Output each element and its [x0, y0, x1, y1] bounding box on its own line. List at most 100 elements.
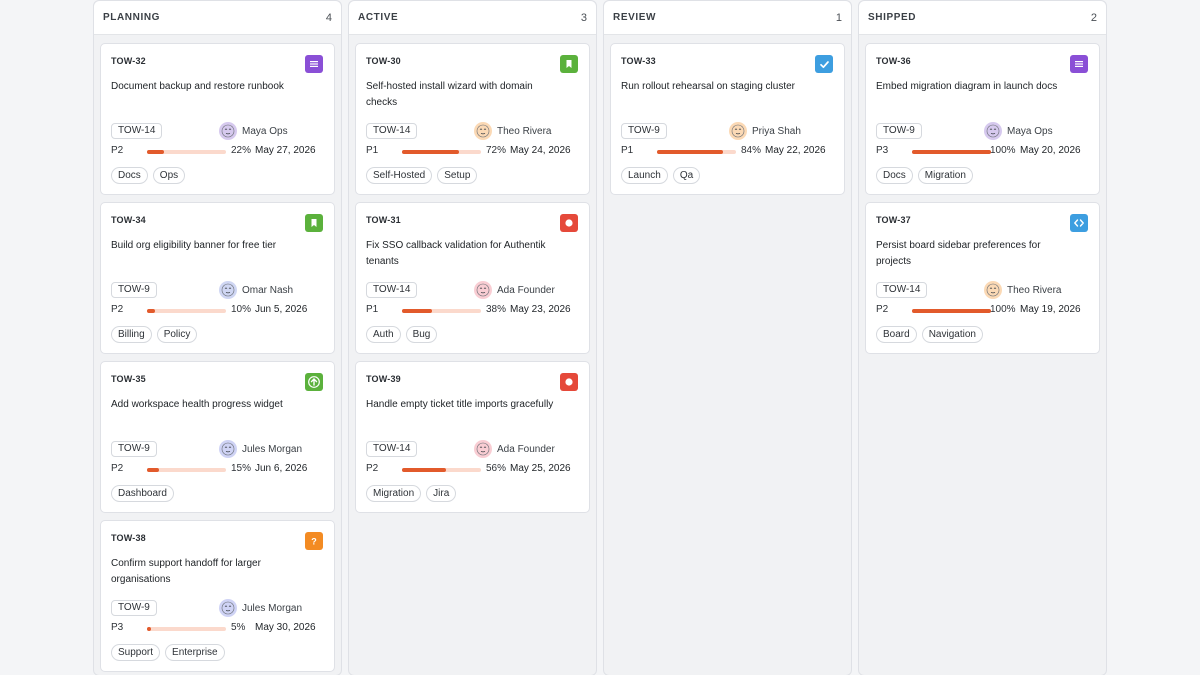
- label-chip[interactable]: Policy: [156, 326, 198, 343]
- epic-badge[interactable]: TOW-14: [366, 123, 418, 139]
- column-header: PLANNING 4: [94, 1, 341, 35]
- due-date: Jun 6, 2026: [255, 463, 308, 474]
- assignee[interactable]: Theo Rivera: [474, 122, 551, 140]
- assignee-name: Jules Morgan: [242, 602, 303, 614]
- column-header: SHIPPED 2: [859, 1, 1106, 35]
- epic-badge[interactable]: TOW-9: [111, 441, 157, 457]
- epic-badge[interactable]: TOW-9: [111, 282, 157, 298]
- priority: P2: [876, 304, 889, 315]
- column-shipped: SHIPPED 2 TOW-36 Embed migration diagram in…: [858, 0, 1107, 675]
- ticket-card[interactable]: TOW-30 Self-hosted install wizard with do…: [355, 43, 590, 195]
- column-count: 4: [325, 11, 332, 24]
- ticket-card[interactable]: TOW-36 Embed migration diagram in launch …: [865, 43, 1100, 195]
- label-chip[interactable]: Auth: [366, 326, 401, 343]
- ticket-card[interactable]: TOW-34 Build org eligibility banner for f…: [100, 202, 335, 354]
- ticket-title[interactable]: Build org eligibility banner for free ti…: [111, 238, 300, 254]
- epic-badge[interactable]: TOW-9: [621, 123, 667, 139]
- priority: P3: [111, 622, 124, 633]
- ticket-title[interactable]: Handle empty ticket title imports gracef…: [366, 397, 555, 413]
- ticket-title[interactable]: Fix SSO callback validation for Authenti…: [366, 238, 555, 270]
- progress-bar: [402, 468, 481, 472]
- ticket-card[interactable]: TOW-38? Confirm support handoff for large…: [100, 520, 335, 672]
- card-list: TOW-32 Document backup and restore runboo…: [100, 43, 335, 672]
- label-list: Docs Migration: [876, 167, 973, 184]
- priority: P2: [111, 463, 124, 474]
- bookmark-icon: [560, 55, 578, 73]
- bookmark-icon: [305, 214, 323, 232]
- assignee-name: Maya Ops: [242, 125, 288, 137]
- label-chip[interactable]: Migration: [366, 485, 422, 502]
- ticket-card[interactable]: TOW-37 Persist board sidebar preferences …: [865, 202, 1100, 354]
- ticket-card[interactable]: TOW-32 Document backup and restore runboo…: [100, 43, 335, 195]
- label-list: Billing Policy: [111, 326, 198, 343]
- epic-badge[interactable]: TOW-14: [111, 123, 163, 139]
- assignee[interactable]: Jules Morgan: [219, 599, 302, 617]
- ticket-title[interactable]: Add workspace health progress widget: [111, 397, 300, 413]
- kanban-board: PLANNING 4 TOW-32 Document backup and resto…: [93, 0, 1107, 675]
- label-chip[interactable]: Bug: [405, 326, 438, 343]
- ticket-card[interactable]: TOW-35 Add workspace health progress widg…: [100, 361, 335, 513]
- assignee[interactable]: Priya Shah: [729, 122, 801, 140]
- ticket-key: TOW-36: [876, 56, 911, 66]
- epic-badge[interactable]: TOW-9: [111, 600, 157, 616]
- label-chip[interactable]: Qa: [672, 167, 701, 184]
- label-chip[interactable]: Support: [111, 644, 161, 661]
- label-chip[interactable]: Setup: [437, 167, 478, 184]
- label-chip[interactable]: Navigation: [921, 326, 983, 343]
- priority: P1: [366, 145, 379, 156]
- ticket-card[interactable]: TOW-31 Fix SSO callback validation for Au…: [355, 202, 590, 354]
- label-chip[interactable]: Enterprise: [165, 644, 225, 661]
- assignee[interactable]: Ada Founder: [474, 281, 555, 299]
- ticket-title[interactable]: Document backup and restore runbook: [111, 79, 300, 95]
- assignee[interactable]: Ada Founder: [474, 440, 555, 458]
- label-chip[interactable]: Dashboard: [111, 485, 174, 502]
- ticket-key: TOW-39: [366, 374, 401, 384]
- assignee[interactable]: Omar Nash: [219, 281, 293, 299]
- progress-bar: [657, 150, 736, 154]
- label-chip[interactable]: Docs: [111, 167, 148, 184]
- label-list: Launch Qa: [621, 167, 701, 184]
- epic-badge[interactable]: TOW-14: [366, 441, 418, 457]
- progress-bar: [147, 309, 226, 313]
- ticket-title[interactable]: Confirm support handoff for larger organ…: [111, 556, 300, 588]
- label-chip[interactable]: Billing: [111, 326, 152, 343]
- assignee[interactable]: Maya Ops: [984, 122, 1053, 140]
- ticket-title[interactable]: Embed migration diagram in launch docs: [876, 79, 1065, 95]
- ticket-title[interactable]: Run rollout rehearsal on staging cluster: [621, 79, 810, 95]
- epic-badge[interactable]: TOW-14: [876, 282, 928, 298]
- avatar-icon: [474, 281, 492, 299]
- ticket-title[interactable]: Persist board sidebar preferences for pr…: [876, 238, 1065, 270]
- label-chip[interactable]: Docs: [876, 167, 913, 184]
- question-icon: ?: [305, 532, 323, 550]
- label-chip[interactable]: Ops: [152, 167, 186, 184]
- label-chip[interactable]: Jira: [426, 485, 457, 502]
- assignee[interactable]: Maya Ops: [219, 122, 288, 140]
- assignee[interactable]: Jules Morgan: [219, 440, 302, 458]
- label-chip[interactable]: Migration: [917, 167, 973, 184]
- label-chip[interactable]: Launch: [621, 167, 668, 184]
- card-list: TOW-36 Embed migration diagram in launch …: [865, 43, 1100, 354]
- avatar-icon: [219, 599, 237, 617]
- progress-percent: 100%: [990, 304, 1016, 315]
- ticket-card[interactable]: TOW-39 Handle empty ticket title imports …: [355, 361, 590, 513]
- epic-badge[interactable]: TOW-9: [876, 123, 922, 139]
- progress-bar: [147, 150, 226, 154]
- epic-badge[interactable]: TOW-14: [366, 282, 418, 298]
- priority: P2: [111, 304, 124, 315]
- column-title: SHIPPED: [868, 12, 917, 23]
- ticket-card[interactable]: TOW-33 Run rollout rehearsal on staging c…: [610, 43, 845, 195]
- progress-fill: [657, 150, 724, 154]
- assignee[interactable]: Theo Rivera: [984, 281, 1061, 299]
- code-icon: [1070, 214, 1088, 232]
- label-chip[interactable]: Board: [876, 326, 917, 343]
- due-date: May 24, 2026: [510, 145, 571, 156]
- due-date: May 19, 2026: [1020, 304, 1081, 315]
- progress-fill: [402, 468, 447, 472]
- priority: P2: [366, 463, 379, 474]
- progress-percent: 22%: [231, 145, 252, 156]
- progress-bar: [402, 150, 481, 154]
- label-chip[interactable]: Self-Hosted: [366, 167, 433, 184]
- progress-percent: 5%: [231, 622, 246, 633]
- assignee-name: Ada Founder: [497, 284, 555, 296]
- ticket-title[interactable]: Self-hosted install wizard with domain c…: [366, 79, 555, 111]
